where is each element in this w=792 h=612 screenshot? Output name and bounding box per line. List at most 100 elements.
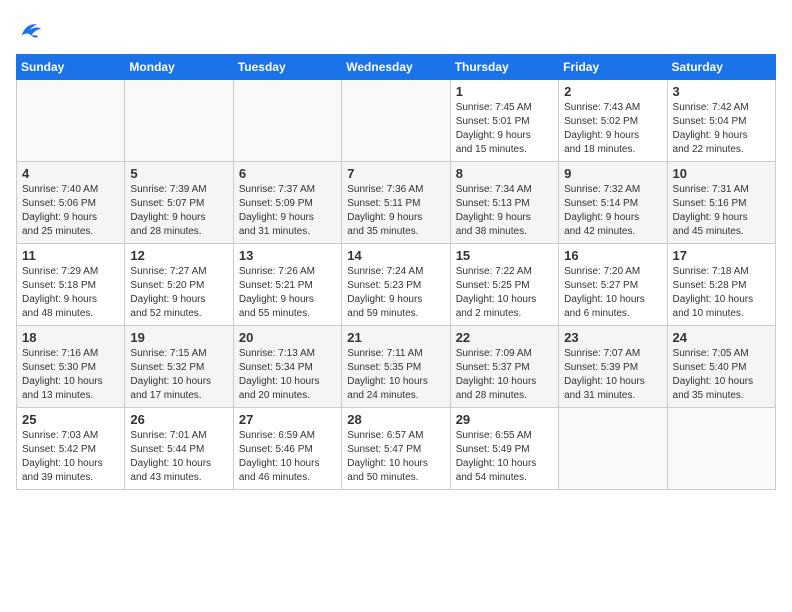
logo [16, 16, 48, 44]
calendar-day-cell: 6 Sunrise: 7:37 AM Sunset: 5:09 PM Daylig… [233, 162, 341, 244]
day-info: Sunrise: 7:26 AM Sunset: 5:21 PM Dayligh… [239, 265, 336, 321]
day-info: Sunrise: 7:36 AM Sunset: 5:11 PM Dayligh… [347, 183, 444, 239]
day-info: Sunrise: 7:22 AM Sunset: 5:25 PM Dayligh… [456, 265, 553, 321]
calendar-day-cell: 19Sunrise: 7:15 AM Sunset: 5:32 PM Dayli… [125, 326, 233, 408]
day-number: 8 [456, 166, 553, 181]
day-info: Sunrise: 7:27 AM Sunset: 5:20 PM Dayligh… [130, 265, 227, 321]
calendar-day-cell: 7 Sunrise: 7:36 AM Sunset: 5:11 PM Daylig… [342, 162, 450, 244]
calendar-day-cell: 18 Sunrise: 7:16 AM Sunset: 5:30 PM Dayli… [17, 326, 125, 408]
calendar-day-cell: 4 Sunrise: 7:40 AM Sunset: 5:06 PM Daylig… [17, 162, 125, 244]
day-info: Sunrise: 7:45 AM Sunset: 5:01 PM Dayligh… [456, 101, 553, 157]
calendar-day-cell: 13 Sunrise: 7:26 AM Sunset: 5:21 PM Dayli… [233, 244, 341, 326]
calendar-week-row: 11 Sunrise: 7:29 AM Sunset: 5:18 PM Dayli… [17, 244, 776, 326]
day-number: 10 [673, 166, 770, 181]
day-number: 11 [22, 248, 119, 263]
day-info: Sunrise: 7:16 AM Sunset: 5:30 PM Dayligh… [22, 347, 119, 403]
day-number: 16 [564, 248, 661, 263]
day-number: 29 [456, 412, 553, 427]
calendar-day-cell: 27 Sunrise: 6:59 AM Sunset: 5:46 PM Dayli… [233, 408, 341, 490]
day-info: Sunrise: 7:29 AM Sunset: 5:18 PM Dayligh… [22, 265, 119, 321]
calendar-day-cell: 26 Sunrise: 7:01 AM Sunset: 5:44 PM Dayli… [125, 408, 233, 490]
day-info: Sunrise: 7:34 AM Sunset: 5:13 PM Dayligh… [456, 183, 553, 239]
day-info: Sunrise: 7:09 AM Sunset: 5:37 PM Dayligh… [456, 347, 553, 403]
logo-bird-icon [16, 16, 44, 44]
day-info: Sunrise: 7:32 AM Sunset: 5:14 PM Dayligh… [564, 183, 661, 239]
calendar-day-cell: 8 Sunrise: 7:34 AM Sunset: 5:13 PM Daylig… [450, 162, 558, 244]
days-of-week-row: SundayMondayTuesdayWednesdayThursdayFrid… [17, 55, 776, 80]
calendar-day-cell: 28Sunrise: 6:57 AM Sunset: 5:47 PM Dayli… [342, 408, 450, 490]
calendar-day-cell [342, 80, 450, 162]
day-info: Sunrise: 7:37 AM Sunset: 5:09 PM Dayligh… [239, 183, 336, 239]
day-number: 5 [130, 166, 227, 181]
day-info: Sunrise: 7:11 AM Sunset: 5:35 PM Dayligh… [347, 347, 444, 403]
calendar-header: SundayMondayTuesdayWednesdayThursdayFrid… [17, 55, 776, 80]
day-info: Sunrise: 6:57 AM Sunset: 5:47 PM Dayligh… [347, 429, 444, 485]
calendar-day-cell [233, 80, 341, 162]
calendar-day-cell [667, 408, 775, 490]
day-info: Sunrise: 7:20 AM Sunset: 5:27 PM Dayligh… [564, 265, 661, 321]
day-info: Sunrise: 7:07 AM Sunset: 5:39 PM Dayligh… [564, 347, 661, 403]
day-number: 26 [130, 412, 227, 427]
day-number: 14 [347, 248, 444, 263]
day-number: 6 [239, 166, 336, 181]
day-number: 15 [456, 248, 553, 263]
calendar-day-cell: 12 Sunrise: 7:27 AM Sunset: 5:20 PM Dayli… [125, 244, 233, 326]
day-info: Sunrise: 7:40 AM Sunset: 5:06 PM Dayligh… [22, 183, 119, 239]
day-number: 1 [456, 84, 553, 99]
day-info: Sunrise: 7:24 AM Sunset: 5:23 PM Dayligh… [347, 265, 444, 321]
calendar-day-cell: 15 Sunrise: 7:22 AM Sunset: 5:25 PM Dayli… [450, 244, 558, 326]
day-info: Sunrise: 6:59 AM Sunset: 5:46 PM Dayligh… [239, 429, 336, 485]
calendar-week-row: 4 Sunrise: 7:40 AM Sunset: 5:06 PM Daylig… [17, 162, 776, 244]
calendar-day-cell: 17 Sunrise: 7:18 AM Sunset: 5:28 PM Dayli… [667, 244, 775, 326]
day-info: Sunrise: 7:03 AM Sunset: 5:42 PM Dayligh… [22, 429, 119, 485]
day-info: Sunrise: 7:18 AM Sunset: 5:28 PM Dayligh… [673, 265, 770, 321]
calendar-day-cell: 21Sunrise: 7:11 AM Sunset: 5:35 PM Dayli… [342, 326, 450, 408]
day-number: 20 [239, 330, 336, 345]
day-number: 9 [564, 166, 661, 181]
day-number: 27 [239, 412, 336, 427]
calendar-table: SundayMondayTuesdayWednesdayThursdayFrid… [16, 54, 776, 490]
calendar-week-row: 25 Sunrise: 7:03 AM Sunset: 5:42 PM Dayli… [17, 408, 776, 490]
calendar-day-cell: 23 Sunrise: 7:07 AM Sunset: 5:39 PM Dayli… [559, 326, 667, 408]
calendar-day-cell: 10 Sunrise: 7:31 AM Sunset: 5:16 PM Dayli… [667, 162, 775, 244]
calendar-week-row: 18 Sunrise: 7:16 AM Sunset: 5:30 PM Dayli… [17, 326, 776, 408]
calendar-body: 1 Sunrise: 7:45 AM Sunset: 5:01 PM Daylig… [17, 80, 776, 490]
day-number: 7 [347, 166, 444, 181]
calendar-day-cell: 22Sunrise: 7:09 AM Sunset: 5:37 PM Dayli… [450, 326, 558, 408]
day-info: Sunrise: 7:43 AM Sunset: 5:02 PM Dayligh… [564, 101, 661, 157]
day-number: 23 [564, 330, 661, 345]
calendar-day-cell: 29 Sunrise: 6:55 AM Sunset: 5:49 PM Dayli… [450, 408, 558, 490]
day-of-week-header: Tuesday [233, 55, 341, 80]
day-info: Sunrise: 6:55 AM Sunset: 5:49 PM Dayligh… [456, 429, 553, 485]
day-info: Sunrise: 7:31 AM Sunset: 5:16 PM Dayligh… [673, 183, 770, 239]
day-info: Sunrise: 7:13 AM Sunset: 5:34 PM Dayligh… [239, 347, 336, 403]
calendar-day-cell: 14 Sunrise: 7:24 AM Sunset: 5:23 PM Dayli… [342, 244, 450, 326]
calendar-day-cell: 11 Sunrise: 7:29 AM Sunset: 5:18 PM Dayli… [17, 244, 125, 326]
day-info: Sunrise: 7:01 AM Sunset: 5:44 PM Dayligh… [130, 429, 227, 485]
calendar-day-cell: 16 Sunrise: 7:20 AM Sunset: 5:27 PM Dayli… [559, 244, 667, 326]
calendar-day-cell: 5 Sunrise: 7:39 AM Sunset: 5:07 PM Daylig… [125, 162, 233, 244]
day-number: 25 [22, 412, 119, 427]
calendar-day-cell: 24Sunrise: 7:05 AM Sunset: 5:40 PM Dayli… [667, 326, 775, 408]
day-number: 4 [22, 166, 119, 181]
day-of-week-header: Thursday [450, 55, 558, 80]
page-header [16, 16, 776, 44]
day-number: 19 [130, 330, 227, 345]
day-info: Sunrise: 7:39 AM Sunset: 5:07 PM Dayligh… [130, 183, 227, 239]
day-of-week-header: Saturday [667, 55, 775, 80]
day-number: 13 [239, 248, 336, 263]
day-number: 2 [564, 84, 661, 99]
day-info: Sunrise: 7:05 AM Sunset: 5:40 PM Dayligh… [673, 347, 770, 403]
calendar-day-cell: 3 Sunrise: 7:42 AM Sunset: 5:04 PM Daylig… [667, 80, 775, 162]
calendar-day-cell: 25 Sunrise: 7:03 AM Sunset: 5:42 PM Dayli… [17, 408, 125, 490]
day-of-week-header: Sunday [17, 55, 125, 80]
calendar-day-cell: 2 Sunrise: 7:43 AM Sunset: 5:02 PM Daylig… [559, 80, 667, 162]
calendar-day-cell [125, 80, 233, 162]
day-of-week-header: Friday [559, 55, 667, 80]
day-of-week-header: Monday [125, 55, 233, 80]
day-number: 3 [673, 84, 770, 99]
day-info: Sunrise: 7:42 AM Sunset: 5:04 PM Dayligh… [673, 101, 770, 157]
day-number: 12 [130, 248, 227, 263]
day-number: 17 [673, 248, 770, 263]
day-number: 18 [22, 330, 119, 345]
